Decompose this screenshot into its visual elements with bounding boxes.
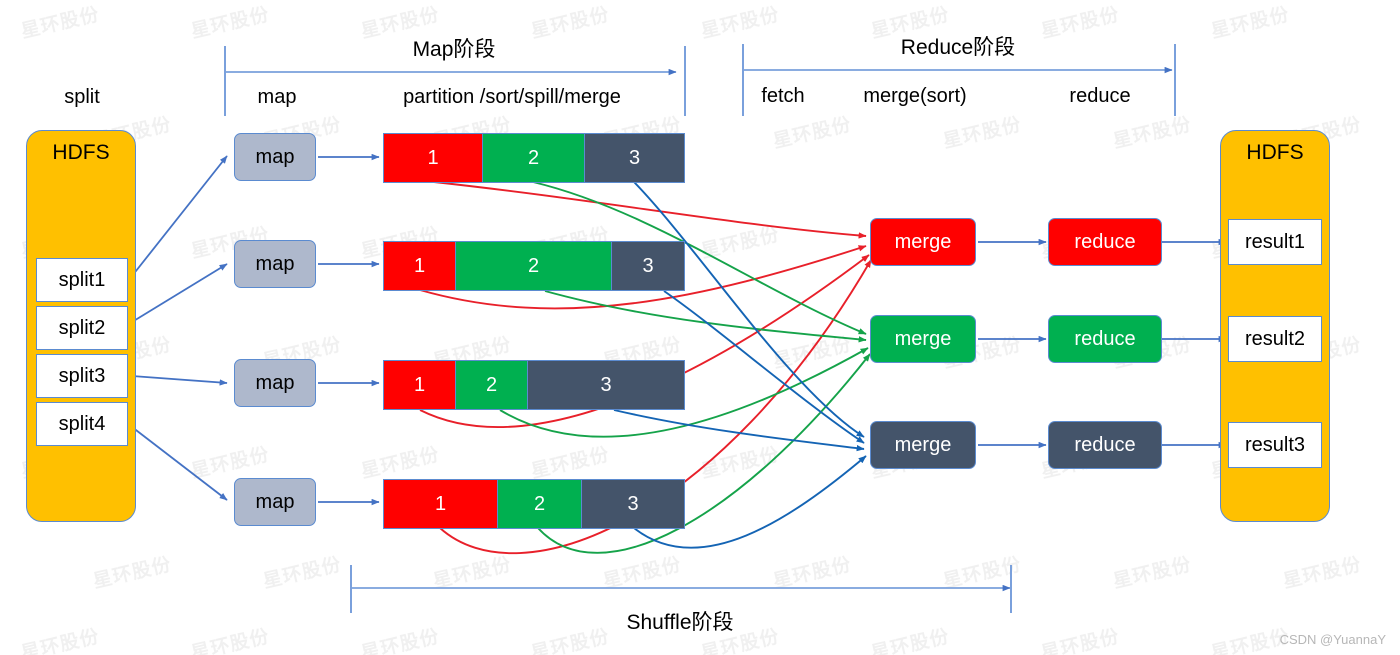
mapreduce-diagram: 星环股份 星环股份 星环股份 星环股份 星环股份 星环股份 星环股份 星环股份 星环股份 星环股份… [0, 0, 1400, 655]
reduce-phase-rule-right [1174, 44, 1176, 116]
partition-segment-3: 3 [585, 134, 684, 182]
input-hdfs-title: HDFS [52, 141, 110, 164]
partition-segment-3: 3 [528, 361, 684, 409]
partition-bar-1: 123 [383, 133, 685, 183]
split-item-2[interactable]: split2 [36, 306, 128, 350]
result-item-3[interactable]: result3 [1228, 422, 1322, 468]
partition-segment-1: 1 [384, 134, 483, 182]
column-label-partition: partition /sort/spill/merge [403, 86, 621, 108]
merge-task-1[interactable]: merge [870, 218, 976, 266]
shuffle-phase-rule-right [1010, 565, 1012, 613]
column-label-fetch: fetch [761, 85, 805, 107]
column-label-map: map [257, 86, 297, 108]
column-label-split: split [64, 86, 100, 108]
map-phase-rule-right [684, 46, 686, 116]
output-hdfs-title: HDFS [1246, 141, 1304, 164]
partition-segment-2: 2 [456, 361, 528, 409]
merge-task-2[interactable]: merge [870, 315, 976, 363]
partition-segment-3: 3 [612, 242, 684, 290]
map-task-1[interactable]: map [234, 133, 316, 181]
partition-segment-2: 2 [456, 242, 612, 290]
column-label-merge-sort: merge(sort) [863, 85, 967, 107]
partition-bar-2: 123 [383, 241, 685, 291]
partition-bar-3: 123 [383, 360, 685, 410]
partition-bar-4: 123 [383, 479, 685, 529]
map-phase-title: Map阶段 [412, 38, 496, 61]
map-task-2[interactable]: map [234, 240, 316, 288]
shuffle-phase-title: Shuffle阶段 [626, 611, 734, 634]
split-item-1[interactable]: split1 [36, 258, 128, 302]
partition-segment-1: 1 [384, 361, 456, 409]
partition-segment-2: 2 [483, 134, 585, 182]
reduce-phase-title: Reduce阶段 [900, 36, 1016, 59]
map-task-3[interactable]: map [234, 359, 316, 407]
partition-segment-1: 1 [384, 242, 456, 290]
reduce-task-1[interactable]: reduce [1048, 218, 1162, 266]
map-task-4[interactable]: map [234, 478, 316, 526]
reduce-task-3[interactable]: reduce [1048, 421, 1162, 469]
merge-task-3[interactable]: merge [870, 421, 976, 469]
partition-segment-1: 1 [384, 480, 498, 528]
column-label-reduce: reduce [1069, 85, 1131, 107]
split-item-4[interactable]: split4 [36, 402, 128, 446]
partition-segment-2: 2 [498, 480, 582, 528]
reduce-task-2[interactable]: reduce [1048, 315, 1162, 363]
split-item-3[interactable]: split3 [36, 354, 128, 398]
credit-watermark: CSDN @YuannaY [1279, 632, 1386, 647]
partition-segment-3: 3 [582, 480, 684, 528]
result-item-2[interactable]: result2 [1228, 316, 1322, 362]
result-item-1[interactable]: result1 [1228, 219, 1322, 265]
